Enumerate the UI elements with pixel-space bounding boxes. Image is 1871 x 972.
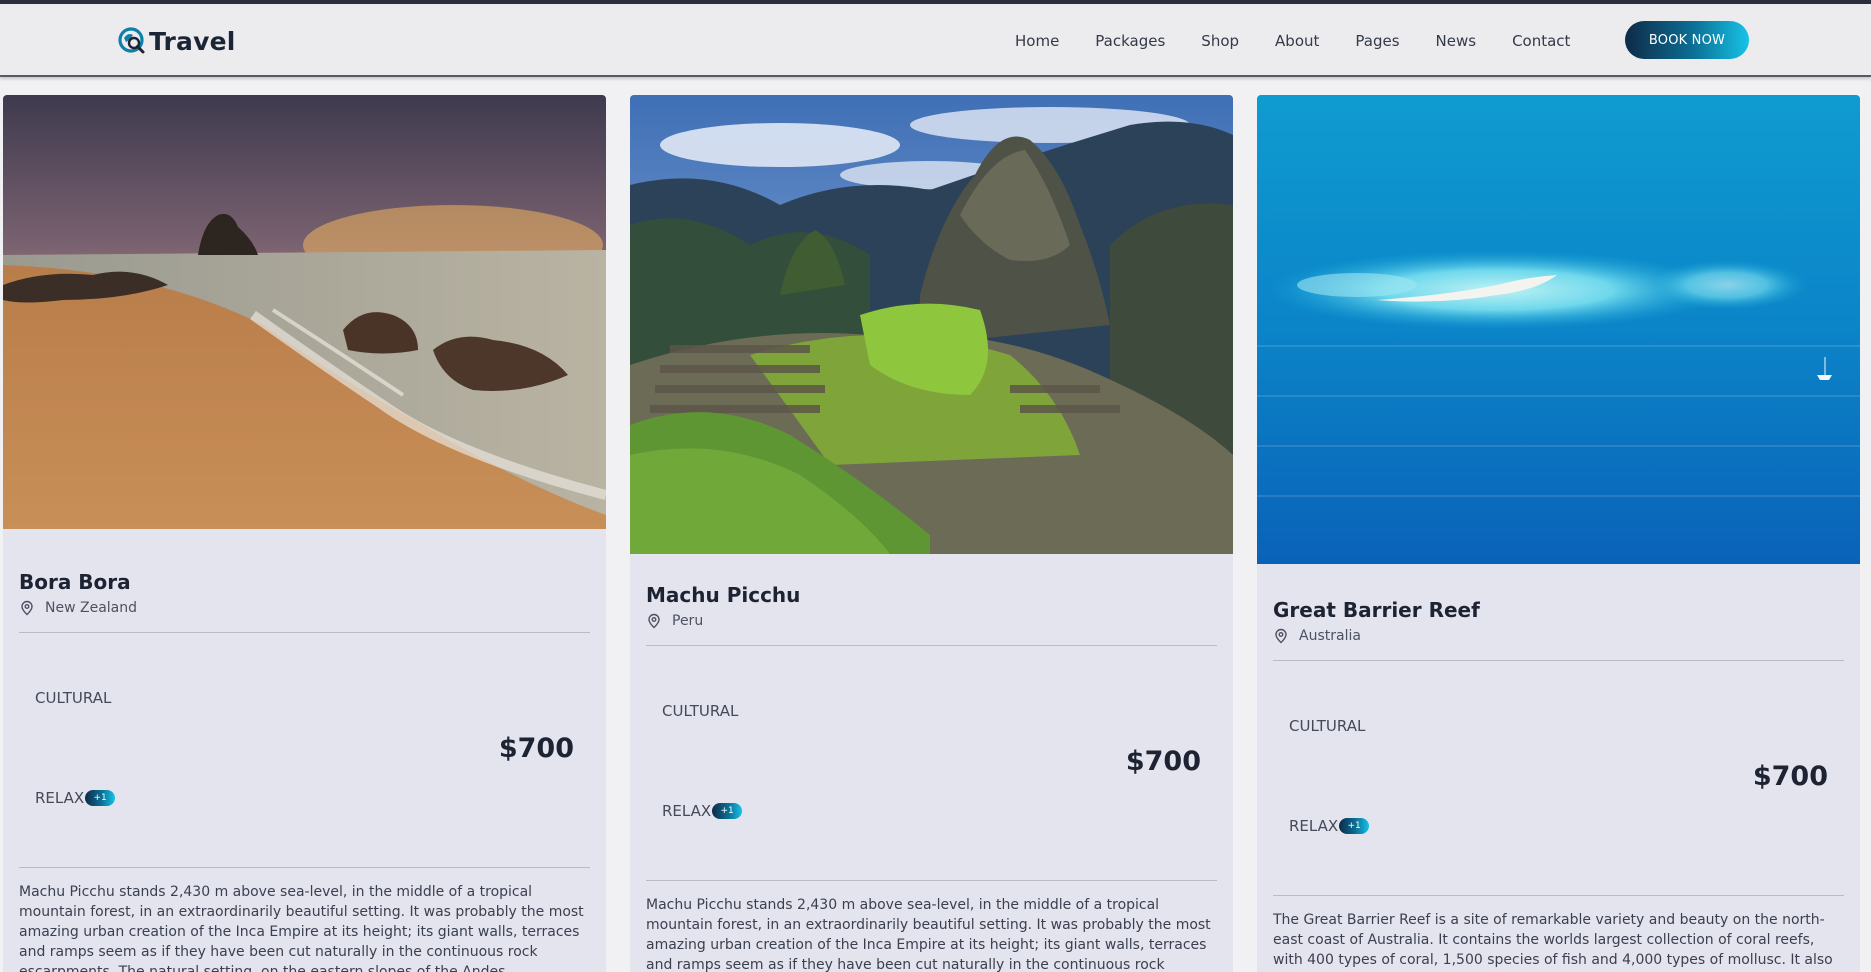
more-tags-badge[interactable]: +1 bbox=[712, 803, 743, 819]
destination-card-great-barrier-reef[interactable]: Great Barrier Reef Australia CULTURAL $7… bbox=[1257, 95, 1860, 972]
card-price: $700 bbox=[1125, 746, 1201, 777]
divider bbox=[1273, 895, 1844, 896]
destination-card-machu-picchu[interactable]: Machu Picchu Peru CULTURAL $700 RELAX +1 … bbox=[630, 95, 1233, 972]
tag-cultural[interactable]: CULTURAL bbox=[662, 702, 738, 720]
location-text: Australia bbox=[1299, 628, 1361, 644]
main-nav: Home Packages Shop About Pages News Cont… bbox=[1015, 4, 1606, 77]
nav-packages[interactable]: Packages bbox=[1095, 32, 1165, 50]
location-pin-icon bbox=[648, 613, 660, 629]
card-description: The Great Barrier Reef is a site of rema… bbox=[1273, 912, 1833, 968]
brand-name: Travel bbox=[149, 26, 236, 56]
tag-relax-label: RELAX bbox=[35, 789, 85, 807]
destination-card-bora-bora[interactable]: Bora Bora New Zealand CULTURAL $700 RELA… bbox=[3, 95, 606, 972]
card-tags: CULTURAL $700 RELAX +1 bbox=[1273, 661, 1844, 895]
location-pin-icon bbox=[21, 600, 33, 616]
card-location: Australia bbox=[1273, 628, 1844, 644]
card-title: Bora Bora bbox=[19, 570, 131, 594]
tag-relax[interactable]: RELAX +1 bbox=[662, 802, 743, 820]
card-description: Machu Picchu stands 2,430 m above sea-le… bbox=[19, 884, 584, 972]
location-text: Peru bbox=[672, 613, 704, 629]
more-tags-badge[interactable]: +1 bbox=[85, 790, 116, 806]
tag-relax-label: RELAX bbox=[662, 802, 712, 820]
divider bbox=[646, 880, 1217, 881]
globe-search-icon bbox=[118, 27, 145, 54]
location-pin-icon bbox=[1275, 628, 1287, 644]
card-description: Machu Picchu stands 2,430 m above sea-le… bbox=[646, 897, 1211, 972]
card-price: $700 bbox=[1752, 761, 1828, 792]
nav-pages[interactable]: Pages bbox=[1355, 32, 1399, 50]
nav-about[interactable]: About bbox=[1275, 32, 1319, 50]
card-body: Great Barrier Reef Australia CULTURAL $7… bbox=[1273, 598, 1844, 972]
book-now-button[interactable]: BOOK NOW bbox=[1625, 21, 1749, 59]
tag-relax[interactable]: RELAX +1 bbox=[35, 789, 116, 807]
divider bbox=[19, 867, 590, 868]
tag-relax-label: RELAX bbox=[1289, 817, 1339, 835]
beach-sunset-image bbox=[3, 95, 606, 529]
location-text: New Zealand bbox=[45, 600, 137, 616]
card-price: $700 bbox=[498, 733, 574, 764]
brand-logo[interactable]: Travel bbox=[117, 26, 236, 56]
card-body: Bora Bora New Zealand CULTURAL $700 RELA… bbox=[19, 570, 590, 972]
card-tags: CULTURAL $700 RELAX +1 bbox=[646, 646, 1217, 880]
site-header: Travel Home Packages Shop About Pages Ne… bbox=[0, 4, 1871, 77]
more-tags-badge[interactable]: +1 bbox=[1339, 818, 1370, 834]
card-tags: CULTURAL $700 RELAX +1 bbox=[19, 633, 590, 867]
nav-home[interactable]: Home bbox=[1015, 32, 1059, 50]
card-body: Machu Picchu Peru CULTURAL $700 RELAX +1 … bbox=[646, 583, 1217, 972]
card-location: Peru bbox=[646, 613, 1217, 629]
tag-cultural[interactable]: CULTURAL bbox=[35, 689, 111, 707]
card-title: Machu Picchu bbox=[646, 583, 801, 607]
tag-relax[interactable]: RELAX +1 bbox=[1289, 817, 1370, 835]
card-location: New Zealand bbox=[19, 600, 590, 616]
tag-cultural[interactable]: CULTURAL bbox=[1289, 717, 1365, 735]
mountain-ruins-image bbox=[630, 95, 1233, 554]
card-title: Great Barrier Reef bbox=[1273, 598, 1480, 622]
nav-news[interactable]: News bbox=[1436, 32, 1477, 50]
nav-shop[interactable]: Shop bbox=[1201, 32, 1239, 50]
ocean-reef-image bbox=[1257, 95, 1860, 564]
nav-contact[interactable]: Contact bbox=[1512, 32, 1570, 50]
